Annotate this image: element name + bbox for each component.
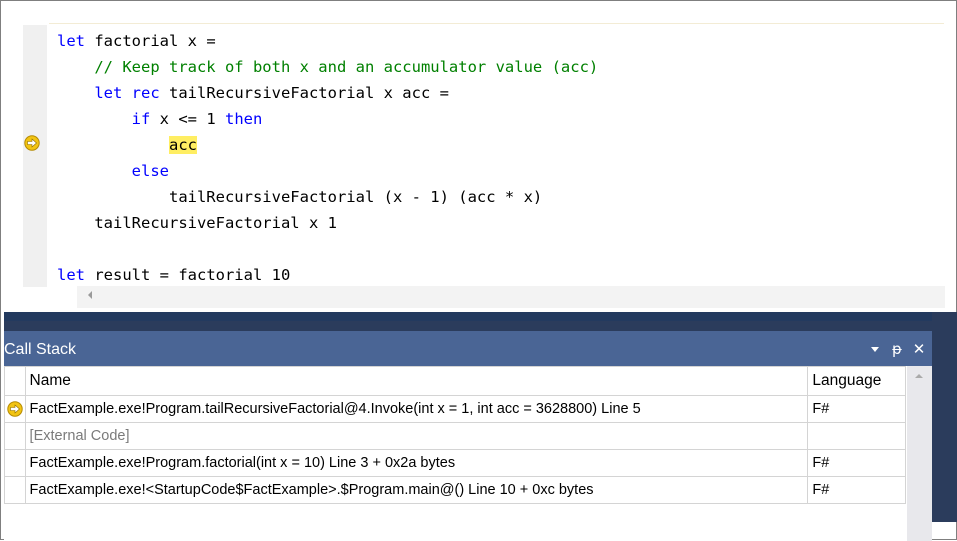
- pin-icon[interactable]: ᵽ: [890, 339, 904, 359]
- comment-token: // Keep track of both x and an accumulat…: [94, 58, 599, 76]
- frame-name: FactExample.exe!Program.tailRecursiveFac…: [24, 395, 809, 423]
- code-token: tailRecursiveFactorial (x - 1) (acc * x): [168, 188, 543, 206]
- keyword-token: then: [224, 110, 263, 128]
- code-token: tailRecursiveFactorial x acc =: [159, 84, 449, 102]
- code-line[interactable]: acc: [57, 133, 197, 157]
- code-line[interactable]: if x <= 1 then: [57, 107, 263, 131]
- editor-top-rule: [49, 23, 944, 24]
- code-token: x <= 1: [150, 110, 225, 128]
- yellow-arrow-icon: [7, 401, 23, 417]
- code-line[interactable]: let rec tailRecursiveFactorial x acc =: [57, 81, 449, 105]
- row-icon-cell: [4, 449, 26, 477]
- frame-language: F#: [807, 449, 906, 477]
- scroll-up-arrow-icon[interactable]: [915, 374, 923, 378]
- frame-name: [External Code]: [24, 422, 809, 450]
- titlebar-buttons: ᵽ ✕: [868, 338, 926, 360]
- frame-name: FactExample.exe!<StartupCode$FactExample…: [24, 476, 809, 504]
- editor-margin[interactable]: [23, 25, 47, 287]
- code-token: tailRecursiveFactorial x 1: [94, 214, 337, 232]
- header-row: Name Language: [4, 366, 906, 396]
- vertical-scrollbar[interactable]: [907, 366, 932, 541]
- code-token: result = factorial 10: [85, 266, 291, 284]
- current-statement-token: acc: [168, 136, 197, 154]
- keyword-token: else: [131, 162, 169, 180]
- call-stack-title: Call Stack: [4, 341, 77, 358]
- code-line[interactable]: let result = factorial 10: [57, 263, 290, 287]
- call-stack-window: Call Stack ᵽ ✕ Name Language FactExample…: [4, 321, 932, 541]
- column-header-language[interactable]: Language: [807, 366, 906, 396]
- keyword-token: let: [57, 266, 85, 284]
- keyword-token: if: [131, 110, 151, 128]
- code-token: factorial x =: [85, 32, 216, 50]
- ide-window: let factorial x = // Keep track of both …: [0, 0, 957, 541]
- yellow-arrow-icon: [24, 135, 40, 151]
- call-stack-row[interactable]: [External Code]: [4, 422, 906, 450]
- frame-language: F#: [807, 395, 906, 423]
- row-icon-cell: [4, 476, 26, 504]
- close-icon[interactable]: ✕: [912, 339, 926, 359]
- header-icon-cell: [4, 366, 26, 396]
- call-stack-grid: Name Language FactExample.exe!Program.ta…: [4, 366, 906, 504]
- call-stack-row[interactable]: FactExample.exe!Program.tailRecursiveFac…: [4, 395, 906, 423]
- dropdown-icon[interactable]: [868, 339, 882, 359]
- horizontal-scrollbar[interactable]: [77, 286, 945, 308]
- window-edge: [932, 312, 957, 522]
- code-line[interactable]: let factorial x =: [57, 29, 216, 53]
- code-line[interactable]: // Keep track of both x and an accumulat…: [57, 55, 598, 79]
- keyword-token: let: [94, 84, 123, 102]
- row-icon-cell: [4, 422, 26, 450]
- code-line[interactable]: tailRecursiveFactorial (x - 1) (acc * x): [57, 185, 542, 209]
- keyword-token: let: [57, 32, 85, 50]
- scroll-left-arrow-icon[interactable]: [88, 291, 92, 299]
- frame-language: F#: [807, 476, 906, 504]
- row-icon-cell: [4, 395, 26, 423]
- keyword-token: rec: [131, 84, 160, 102]
- code-line[interactable]: tailRecursiveFactorial x 1: [57, 211, 337, 235]
- code-editor[interactable]: let factorial x = // Keep track of both …: [1, 1, 956, 313]
- call-stack-row[interactable]: FactExample.exe!Program.factorial(int x …: [4, 449, 906, 477]
- column-header-name[interactable]: Name: [24, 366, 809, 396]
- frame-language: [807, 422, 906, 450]
- frame-name: FactExample.exe!Program.factorial(int x …: [24, 449, 809, 477]
- code-line[interactable]: else: [57, 159, 169, 183]
- call-stack-titlebar[interactable]: Call Stack ᵽ ✕: [4, 321, 932, 366]
- call-stack-row[interactable]: FactExample.exe!<StartupCode$FactExample…: [4, 476, 906, 504]
